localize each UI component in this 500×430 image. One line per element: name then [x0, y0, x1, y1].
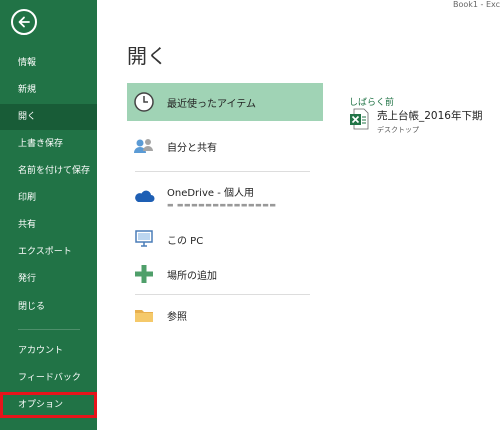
nav-feedback[interactable]: フィードバック	[0, 365, 97, 391]
folder-icon	[135, 310, 153, 322]
recent-file-item[interactable]: 売上台帳_2016年下期 デスクトップ	[349, 108, 482, 135]
nav-account[interactable]: アカウント	[0, 338, 97, 364]
nav-options[interactable]: オプション	[0, 392, 97, 418]
excel-file-icon	[350, 108, 369, 130]
computer-icon	[135, 230, 153, 247]
place-label: 場所の追加	[167, 270, 217, 282]
nav-publish[interactable]: 発行	[0, 266, 97, 292]
place-label: 参照	[167, 311, 187, 323]
place-label: この PC	[167, 235, 204, 247]
recent-file-name: 売上台帳_2016年下期	[377, 110, 483, 122]
place-onedrive[interactable]: OneDrive - 個人用 ▬ ▬▬▬▬▬▬▬▬▬▬▬▬▬▬	[127, 178, 323, 214]
people-icon	[134, 139, 153, 153]
place-label: OneDrive - 個人用	[167, 187, 254, 199]
nav-open[interactable]: 開く	[0, 104, 97, 130]
nav-close[interactable]: 閉じる	[0, 294, 97, 320]
recent-group-header: しばらく前	[349, 98, 395, 108]
nav-new[interactable]: 新規	[0, 77, 97, 103]
nav-save[interactable]: 上書き保存	[0, 131, 97, 157]
place-browse[interactable]: 参照	[127, 296, 323, 334]
back-button[interactable]	[11, 9, 37, 35]
page-title: 開く	[127, 44, 167, 68]
window-title: Book1 - Exc	[452, 0, 500, 9]
nav-export[interactable]: エクスポート	[0, 239, 97, 265]
nav-print[interactable]: 印刷	[0, 185, 97, 211]
recent-file-path: デスクトップ	[377, 126, 419, 134]
place-shared[interactable]: 自分と共有	[127, 127, 323, 165]
nav-info[interactable]: 情報	[0, 50, 97, 76]
place-recent[interactable]: 最近使ったアイテム	[127, 83, 323, 121]
clock-icon	[134, 92, 154, 112]
cloud-icon	[135, 190, 155, 202]
place-label: 自分と共有	[167, 142, 217, 154]
backstage-sidebar: 情報 新規 開く 上書き保存 名前を付けて保存 印刷 共有 エクスポート 発行 …	[0, 0, 97, 430]
nav-save-as[interactable]: 名前を付けて保存	[0, 158, 97, 184]
places-divider	[135, 171, 310, 172]
plus-icon	[135, 265, 153, 283]
place-label: 最近使ったアイテム	[167, 98, 256, 110]
place-add[interactable]: 場所の追加	[127, 255, 323, 293]
arrow-left-icon	[18, 16, 30, 28]
place-sublabel: ▬ ▬▬▬▬▬▬▬▬▬▬▬▬▬▬	[167, 200, 277, 209]
nav-divider	[18, 329, 80, 330]
nav-share[interactable]: 共有	[0, 212, 97, 238]
place-this-pc[interactable]: この PC	[127, 220, 323, 258]
places-divider	[135, 294, 310, 295]
